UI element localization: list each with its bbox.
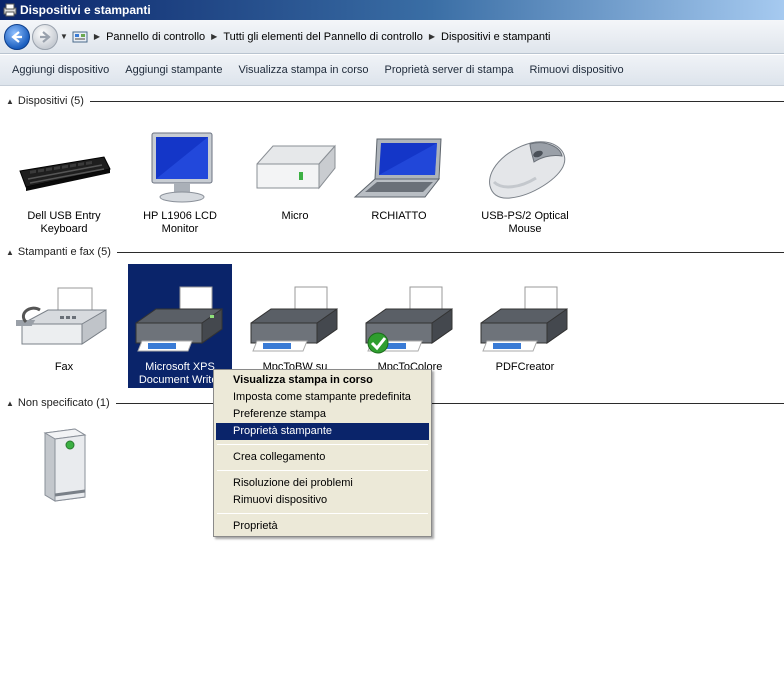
printer-pdfcreator[interactable]: PDFCreator <box>473 278 577 374</box>
window-title: Dispositivi e stampanti <box>20 3 151 17</box>
printer-icon <box>475 278 575 360</box>
menu-item-troubleshoot[interactable]: Risoluzione dei problemi <box>216 475 429 492</box>
remove-device-button[interactable]: Rimuovi dispositivo <box>522 60 632 80</box>
add-printer-button[interactable]: Aggiungi stampante <box>117 60 230 80</box>
unspecified-device[interactable] <box>12 423 116 506</box>
laptop-icon <box>349 127 449 209</box>
printer-fax[interactable]: Fax <box>12 278 116 374</box>
menu-separator <box>217 470 428 471</box>
device-monitor[interactable]: HP L1906 LCD Monitor <box>128 127 232 236</box>
device-label: Dell USB Entry Keyboard <box>27 210 101 235</box>
collapse-triangle-icon[interactable]: ▲ <box>6 399 14 408</box>
menu-item-printer-properties[interactable]: Proprietà stampante <box>216 423 429 440</box>
breadcrumb-devices-printers[interactable]: Dispositivi e stampanti <box>437 31 554 43</box>
group-divider <box>89 100 784 102</box>
printer-label: PDFCreator <box>495 361 555 373</box>
device-mouse[interactable]: USB-PS/2 Optical Mouse <box>473 127 577 236</box>
add-device-button[interactable]: Aggiungi dispositivo <box>4 60 117 80</box>
device-label: HP L1906 LCD Monitor <box>143 210 217 235</box>
monitor-icon <box>130 127 230 209</box>
address-bar: ▼ ▶ Pannello di controllo ▶ Tutti gli el… <box>0 20 784 54</box>
command-bar: Aggiungi dispositivo Aggiungi stampante … <box>0 55 784 86</box>
printer-icon <box>130 278 230 360</box>
breadcrumb-separator-icon[interactable]: ▶ <box>427 32 437 41</box>
menu-item-see-print-queue[interactable]: Visualizza stampa in corso <box>216 372 429 389</box>
group-header-devices[interactable]: ▲ Dispositivi (5) <box>6 94 784 108</box>
group-header-printers[interactable]: ▲ Stampanti e fax (5) <box>6 245 784 259</box>
arrow-left-icon <box>11 30 22 43</box>
device-keyboard[interactable]: Dell USB Entry Keyboard <box>12 127 116 236</box>
content-area: ▲ Dispositivi (5) Dell USB Entry Keyboar… <box>0 87 784 676</box>
device-laptop[interactable]: RCHIATTO <box>347 127 451 223</box>
group-divider <box>116 251 784 253</box>
printer-icon <box>245 278 345 360</box>
menu-item-properties[interactable]: Proprietà <box>216 518 429 535</box>
history-dropdown-icon[interactable]: ▼ <box>60 32 68 41</box>
breadcrumb-all-items[interactable]: Tutti gli elementi del Pannello di contr… <box>219 31 427 43</box>
breadcrumb-separator-icon[interactable]: ▶ <box>92 32 102 41</box>
breadcrumb-separator-icon[interactable]: ▶ <box>209 32 219 41</box>
group-title: Dispositivi (5) <box>17 95 84 107</box>
hard-drive-icon <box>245 127 345 209</box>
computer-tower-icon <box>14 423 114 505</box>
menu-separator <box>217 513 428 514</box>
group-title: Stampanti e fax (5) <box>17 246 111 258</box>
print-server-properties-button[interactable]: Proprietà server di stampa <box>377 60 522 80</box>
menu-item-printing-preferences[interactable]: Preferenze stampa <box>216 406 429 423</box>
menu-item-set-default-printer[interactable]: Imposta come stampante predefinita <box>216 389 429 406</box>
keyboard-icon <box>14 127 114 209</box>
printer-mpctobw[interactable]: MpcToBW su <box>243 278 347 374</box>
control-panel-icon <box>72 29 88 45</box>
printer-mpctocolore[interactable]: MpcToColore <box>358 278 462 374</box>
menu-item-remove-device[interactable]: Rimuovi dispositivo <box>216 492 429 509</box>
breadcrumb: ▶ Pannello di controllo ▶ Tutti gli elem… <box>92 26 555 48</box>
title-bar: Dispositivi e stampanti <box>0 0 784 20</box>
collapse-triangle-icon[interactable]: ▲ <box>6 248 14 257</box>
device-hard-drive[interactable]: Micro <box>243 127 347 223</box>
see-print-queue-button[interactable]: Visualizza stampa in corso <box>230 60 376 80</box>
device-label: RCHIATTO <box>371 210 427 222</box>
breadcrumb-control-panel[interactable]: Pannello di controllo <box>102 31 209 43</box>
menu-separator <box>217 444 428 445</box>
devices-printers-icon <box>3 3 17 17</box>
arrow-right-icon <box>40 30 51 43</box>
forward-button[interactable] <box>32 23 58 50</box>
fax-icon <box>14 278 114 360</box>
device-label: Micro <box>281 210 309 222</box>
group-title: Non specificato (1) <box>17 397 110 409</box>
printer-label: Fax <box>54 361 74 373</box>
printer-default-icon <box>360 278 460 360</box>
mouse-icon <box>475 127 575 209</box>
back-button[interactable] <box>4 23 30 50</box>
collapse-triangle-icon[interactable]: ▲ <box>6 97 14 106</box>
menu-item-create-shortcut[interactable]: Crea collegamento <box>216 449 429 466</box>
context-menu: Visualizza stampa in corso Imposta come … <box>213 369 432 537</box>
device-label: USB-PS/2 Optical Mouse <box>481 210 569 235</box>
